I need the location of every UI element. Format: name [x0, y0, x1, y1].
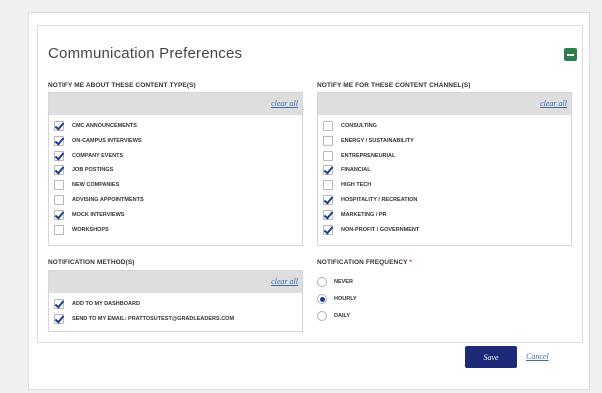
- required-marker: *: [409, 259, 412, 266]
- option-label: CMC ANNOUNCEMENTS: [72, 123, 137, 129]
- option-label: NEVER: [334, 279, 353, 285]
- content-channels-option[interactable]: ENTREPRENEURIAL: [323, 150, 395, 162]
- frequency-option[interactable]: NEVER: [317, 276, 353, 288]
- methods-label: NOTIFICATION METHOD(S): [48, 259, 135, 266]
- option-label: COMPANY EVENTS: [72, 152, 124, 159]
- checkbox-icon[interactable]: [54, 195, 64, 205]
- option-label: ON-CAMPUS INTERVIEWS: [72, 137, 142, 144]
- option-label: NEW COMPANIES: [72, 182, 120, 189]
- option-label: ENERGY / SUSTAINABILITY: [341, 137, 414, 144]
- checkbox-icon[interactable]: [323, 121, 333, 131]
- preferences-card: Communication Preferences NOTIFY ME ABOU…: [28, 12, 590, 390]
- communication-preferences-panel: Communication Preferences NOTIFY ME ABOU…: [37, 25, 583, 343]
- content-types-option[interactable]: JOB POSTINGS: [54, 164, 113, 176]
- content-types-option[interactable]: COMPANY EVENTS: [54, 150, 123, 162]
- content-channels-header: clear all: [318, 93, 571, 115]
- methods-box: clear all ADD TO MY DASHBOARD SEND TO MY …: [48, 270, 303, 332]
- frequency-label: NOTIFICATION FREQUENCY *: [317, 259, 412, 266]
- content-channels-option[interactable]: NON-PROFIT / GOVERNMENT: [323, 224, 419, 236]
- content-channels-option[interactable]: CONSULTING: [323, 120, 377, 132]
- content-types-clear-all[interactable]: clear all: [271, 99, 298, 108]
- checkbox-icon[interactable]: [323, 150, 333, 161]
- option-label: MOCK INTERVIEWS: [72, 211, 125, 218]
- radio-icon[interactable]: [317, 277, 327, 287]
- content-channels-label: NOTIFY ME FOR THESE CONTENT CHANNEL(S): [317, 82, 471, 89]
- checkbox-icon[interactable]: [54, 180, 64, 191]
- content-channels-option[interactable]: MARKETING / PR: [323, 209, 387, 221]
- checkbox-checked-icon[interactable]: [54, 165, 64, 176]
- cancel-link[interactable]: Cancel: [526, 352, 549, 361]
- checkbox-checked-icon[interactable]: [323, 209, 333, 220]
- collapse-minus-icon[interactable]: [564, 48, 577, 61]
- content-types-label: NOTIFY ME ABOUT THESE CONTENT TYPE(S): [48, 82, 196, 89]
- option-label: JOB POSTINGS: [72, 167, 114, 174]
- content-channels-option[interactable]: FINANCIAL: [323, 164, 371, 176]
- radio-selected-icon[interactable]: [317, 294, 327, 304]
- checkbox-checked-icon[interactable]: [54, 121, 64, 131]
- content-types-box: clear all CMC ANNOUNCEMENTS ON-CAMPUS INT…: [48, 92, 303, 246]
- checkbox-checked-icon[interactable]: [323, 195, 333, 205]
- option-label: WORKSHOPS: [72, 226, 109, 233]
- frequency-option[interactable]: HOURLY: [317, 293, 357, 305]
- option-label: NON-PROFIT / GOVERNMENT: [341, 226, 420, 233]
- content-channels-box: clear all CONSULTING ENERGY / SUSTAINABIL…: [317, 92, 572, 246]
- radio-icon[interactable]: [317, 311, 327, 321]
- panel-title: Communication Preferences: [48, 45, 243, 62]
- checkbox-checked-icon[interactable]: [54, 314, 64, 324]
- methods-option[interactable]: SEND TO MY EMAIL: PRATTOSUTEST@GRADLEADE…: [54, 313, 234, 325]
- option-label: ENTREPRENEURIAL: [341, 152, 396, 159]
- content-channels-option[interactable]: HIGH TECH: [323, 179, 371, 191]
- content-types-option[interactable]: MOCK INTERVIEWS: [54, 209, 124, 221]
- checkbox-checked-icon[interactable]: [323, 165, 333, 176]
- checkbox-icon[interactable]: [54, 224, 64, 235]
- content-types-header: clear all: [49, 93, 302, 115]
- checkbox-icon[interactable]: [323, 135, 333, 146]
- checkbox-checked-icon[interactable]: [323, 224, 333, 235]
- methods-clear-all[interactable]: clear all: [271, 277, 298, 286]
- option-label: MARKETING / PR: [341, 211, 387, 218]
- option-label: ADVISING APPOINTMENTS: [72, 197, 144, 203]
- checkbox-checked-icon[interactable]: [54, 299, 64, 309]
- content-channels-option[interactable]: HOSPITALITY / RECREATION: [323, 194, 417, 206]
- option-label: DAILY: [334, 313, 350, 319]
- checkbox-icon[interactable]: [323, 180, 333, 191]
- option-label: FINANCIAL: [341, 167, 371, 174]
- content-types-option[interactable]: ON-CAMPUS INTERVIEWS: [54, 135, 142, 147]
- methods-header: clear all: [49, 271, 302, 293]
- content-types-option[interactable]: ADVISING APPOINTMENTS: [54, 194, 144, 206]
- option-label: CONSULTING: [341, 123, 377, 129]
- frequency-label-text: NOTIFICATION FREQUENCY: [317, 259, 408, 266]
- content-channels-clear-all[interactable]: clear all: [540, 99, 567, 108]
- content-types-option[interactable]: CMC ANNOUNCEMENTS: [54, 120, 137, 132]
- option-label: SEND TO MY EMAIL: PRATTOSUTEST@GRADLEADE…: [72, 316, 235, 322]
- option-label: ADD TO MY DASHBOARD: [72, 301, 140, 307]
- methods-option[interactable]: ADD TO MY DASHBOARD: [54, 298, 140, 310]
- save-button[interactable]: Save: [465, 346, 517, 368]
- content-types-option[interactable]: WORKSHOPS: [54, 224, 109, 236]
- frequency-option[interactable]: DAILY: [317, 310, 350, 322]
- checkbox-checked-icon[interactable]: [54, 150, 64, 161]
- content-types-option[interactable]: NEW COMPANIES: [54, 179, 119, 191]
- checkbox-checked-icon[interactable]: [54, 209, 64, 220]
- content-channels-option[interactable]: ENERGY / SUSTAINABILITY: [323, 135, 414, 147]
- option-label: HOSPITALITY / RECREATION: [341, 197, 418, 203]
- option-label: HOURLY: [334, 296, 357, 302]
- checkbox-checked-icon[interactable]: [54, 135, 64, 146]
- option-label: HIGH TECH: [341, 182, 372, 189]
